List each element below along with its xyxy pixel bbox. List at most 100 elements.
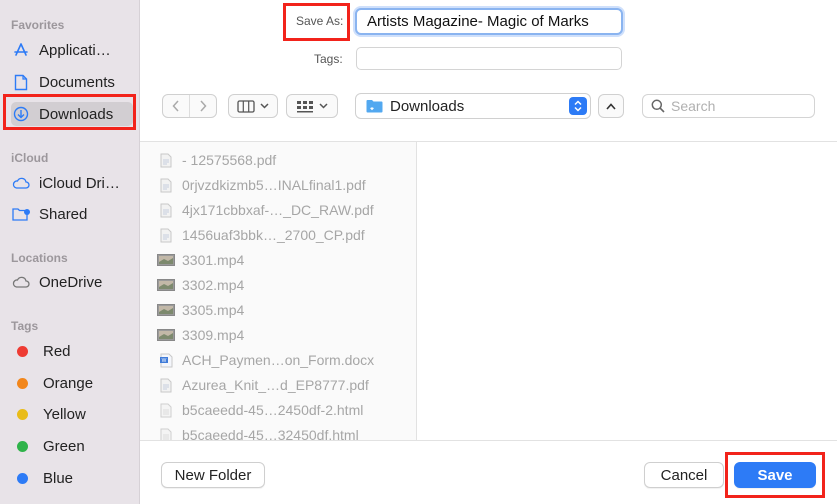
file-row[interactable]: 3302.mp4 xyxy=(157,275,245,295)
search-icon xyxy=(651,99,665,113)
tag-label: Red xyxy=(43,342,71,360)
grid-icon xyxy=(297,100,313,112)
sidebar-item-shared[interactable]: Shared xyxy=(11,202,133,226)
file-name: b5caeedd-45…2450df-2.html xyxy=(182,402,364,418)
location-stepper[interactable] xyxy=(569,97,587,115)
applications-icon xyxy=(11,40,31,60)
cloud-drive-icon xyxy=(11,272,31,292)
file-row[interactable]: 1456uaf3bbk…_2700_CP.pdf xyxy=(158,225,365,245)
sidebar-item-label: Documents xyxy=(39,73,115,91)
sidebar-item-icloud-drive[interactable]: iCloud Dri… xyxy=(11,171,133,195)
word-file-icon: W xyxy=(158,352,174,368)
video-file-icon xyxy=(157,254,175,266)
file-row[interactable]: 3305.mp4 xyxy=(157,300,244,320)
search-box[interactable] xyxy=(642,94,815,118)
back-forward-buttons xyxy=(162,94,217,118)
sidebar-item-label: Downloads xyxy=(39,105,114,123)
file-name: ACH_Paymen…on_Form.docx xyxy=(182,352,375,368)
tag-color-dot xyxy=(17,472,28,484)
file-name: 3301.mp4 xyxy=(182,252,245,268)
locations-header: Locations xyxy=(11,251,68,265)
search-input[interactable] xyxy=(671,98,801,114)
sidebar-item-applications[interactable]: Applicati… xyxy=(11,38,133,62)
pdf-file-icon xyxy=(158,177,174,193)
pdf-file-icon xyxy=(158,152,174,168)
file-row[interactable]: 3301.mp4 xyxy=(157,250,245,270)
save-as-input[interactable] xyxy=(355,8,623,35)
file-name: 3309.mp4 xyxy=(182,327,245,343)
video-file-icon xyxy=(157,304,175,316)
chevron-down-icon xyxy=(319,103,328,109)
icloud-header: iCloud xyxy=(11,151,49,165)
shared-folder-icon xyxy=(11,204,31,224)
favorites-header: Favorites xyxy=(11,18,65,32)
sidebar-item-downloads[interactable]: Downloads xyxy=(11,102,133,126)
view-mode-button[interactable] xyxy=(228,94,278,118)
file-name: 1456uaf3bbk…_2700_CP.pdf xyxy=(182,227,365,243)
sidebar: Favorites Applicati… Documents Downloads… xyxy=(0,0,140,504)
video-file-icon xyxy=(157,329,175,341)
html-file-icon xyxy=(158,402,174,418)
tag-label: Yellow xyxy=(43,405,86,423)
tag-red[interactable]: Red xyxy=(11,339,133,363)
tag-color-dot xyxy=(17,345,28,357)
tag-green[interactable]: Green xyxy=(11,434,133,458)
expand-collapse-button[interactable] xyxy=(598,94,624,118)
sidebar-item-label: Applicati… xyxy=(39,41,111,59)
updown-chevron-icon xyxy=(574,100,582,112)
video-file-icon xyxy=(157,279,175,291)
svg-text:W: W xyxy=(161,358,166,364)
save-button[interactable]: Save xyxy=(734,462,816,488)
file-name: - 12575568.pdf xyxy=(182,152,277,168)
tags-label: Tags: xyxy=(314,52,343,66)
chevron-left-icon xyxy=(172,100,179,112)
chevron-down-icon xyxy=(260,103,269,109)
downloads-icon xyxy=(11,104,31,124)
sidebar-item-label: iCloud Dri… xyxy=(39,174,120,192)
new-folder-button[interactable]: New Folder xyxy=(161,462,265,488)
chevron-up-icon xyxy=(606,102,616,110)
file-name: 4jx171cbbxaf-…_DC_RAW.pdf xyxy=(182,202,374,218)
tag-color-dot xyxy=(17,377,28,389)
location-label: Downloads xyxy=(390,97,465,115)
chevron-right-icon xyxy=(200,100,207,112)
cloud-icon xyxy=(11,173,31,193)
sidebar-item-onedrive[interactable]: OneDrive xyxy=(11,270,133,294)
save-as-label: Save As: xyxy=(296,14,344,28)
pdf-file-icon xyxy=(158,227,174,243)
tag-orange[interactable]: Orange xyxy=(11,371,133,395)
tag-label: Green xyxy=(43,437,85,455)
file-name: b5caeedd-45…32450df.html xyxy=(182,427,359,440)
file-row[interactable]: 4jx171cbbxaf-…_DC_RAW.pdf xyxy=(158,200,374,220)
location-dropdown[interactable]: Downloads xyxy=(355,93,591,119)
document-icon xyxy=(11,72,31,92)
cancel-button[interactable]: Cancel xyxy=(644,462,724,488)
tag-color-dot xyxy=(17,408,28,420)
file-row[interactable]: b5caeedd-45…2450df-2.html xyxy=(158,400,363,420)
file-row[interactable]: Azurea_Knit_…d_EP8777.pdf xyxy=(158,375,369,395)
tag-label: Orange xyxy=(43,374,94,392)
sidebar-item-label: OneDrive xyxy=(39,273,103,291)
columns-view-icon xyxy=(237,99,255,113)
file-row[interactable]: 3309.mp4 xyxy=(157,325,245,345)
html-file-icon xyxy=(158,427,174,440)
tags-input[interactable] xyxy=(356,47,622,70)
file-name: 3302.mp4 xyxy=(182,277,245,293)
file-row[interactable]: - 12575568.pdf xyxy=(158,150,276,170)
file-name: 0rjvzdkizmb5…INALfinal1.pdf xyxy=(182,177,366,193)
pdf-file-icon xyxy=(158,202,174,218)
file-name: Azurea_Knit_…d_EP8777.pdf xyxy=(182,377,369,393)
sidebar-item-documents[interactable]: Documents xyxy=(11,70,133,94)
tag-blue[interactable]: Blue xyxy=(11,466,133,490)
pdf-file-icon xyxy=(158,377,174,393)
file-row[interactable]: 0rjvzdkizmb5…INALfinal1.pdf xyxy=(158,175,366,195)
file-row[interactable]: W ACH_Paymen…on_Form.docx xyxy=(158,350,374,370)
forward-button[interactable] xyxy=(190,95,216,117)
file-row[interactable]: b5caeedd-45…32450df.html xyxy=(158,425,359,440)
back-button[interactable] xyxy=(163,95,190,117)
bottom-divider xyxy=(140,440,837,441)
tags-header: Tags xyxy=(11,319,39,333)
group-by-button[interactable] xyxy=(286,94,338,118)
tag-yellow[interactable]: Yellow xyxy=(11,402,133,426)
sidebar-item-label: Shared xyxy=(39,205,88,223)
